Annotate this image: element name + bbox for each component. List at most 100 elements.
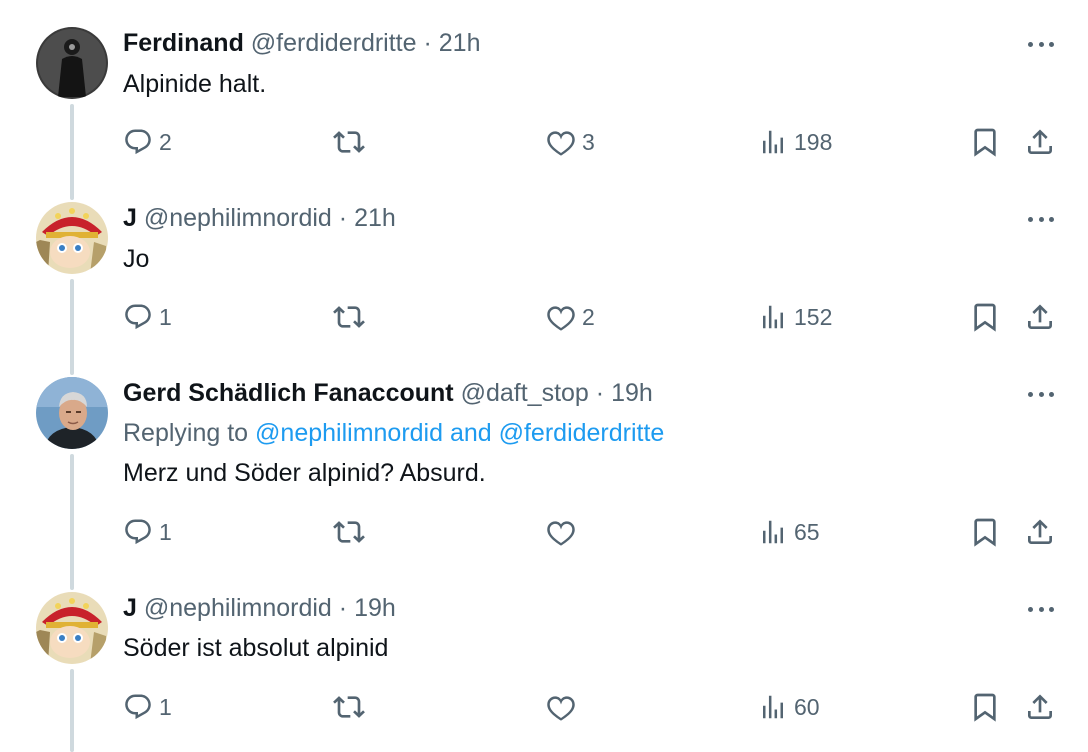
share-icon: [1028, 519, 1052, 544]
tweet-header: J @nephilimnordid · 21h: [123, 203, 396, 233]
retweet-button[interactable]: [333, 687, 365, 727]
reply-count: 1: [159, 303, 172, 330]
bookmark-button[interactable]: [969, 297, 1001, 337]
retweet-button[interactable]: [333, 297, 365, 337]
tweet-text: Alpinide halt.: [123, 70, 267, 98]
replying-to-label: Replying to: [123, 419, 256, 447]
like-icon: [547, 306, 575, 331]
separator-dot: ·: [338, 594, 348, 622]
avatar[interactable]: [36, 377, 108, 449]
views-icon: [763, 305, 783, 329]
user-handle[interactable]: @nephilimnordid: [144, 204, 332, 232]
separator-dot: ·: [595, 379, 605, 407]
timestamp[interactable]: 19h: [354, 594, 396, 622]
views-icon: [763, 130, 783, 154]
share-icon: [1028, 129, 1052, 154]
views-icon: [763, 695, 783, 719]
like-button[interactable]: 2: [546, 297, 595, 337]
views-button[interactable]: 60: [758, 687, 820, 727]
views-button[interactable]: 152: [758, 297, 832, 337]
retweet-button[interactable]: [333, 122, 365, 162]
more-icon[interactable]: [1025, 34, 1057, 54]
reply-button[interactable]: 2: [123, 122, 172, 162]
reply-button[interactable]: 1: [123, 687, 172, 727]
share-icon: [1028, 694, 1052, 719]
separator-dot: ·: [423, 29, 432, 57]
retweet-icon: [333, 696, 365, 718]
more-icon[interactable]: [1025, 599, 1057, 619]
tweet[interactable]: J @nephilimnordid · 21h Jo 1 2 152: [0, 190, 1088, 365]
reply-count: 1: [159, 518, 172, 545]
timestamp[interactable]: 21h: [354, 204, 396, 232]
user-handle[interactable]: @daft_stop: [461, 379, 589, 407]
views-button[interactable]: 65: [758, 512, 820, 552]
timestamp[interactable]: 21h: [439, 29, 481, 57]
action-bar: 1 60: [0, 687, 1088, 727]
like-button[interactable]: 3: [546, 122, 595, 162]
timestamp[interactable]: 19h: [611, 379, 653, 407]
share-button[interactable]: [1024, 512, 1056, 552]
tweet[interactable]: Ferdinand @ferdiderdritte · 21h Alpinide…: [0, 0, 1088, 190]
retweet-icon: [333, 131, 365, 153]
more-icon[interactable]: [1025, 384, 1057, 404]
tweet-header: J @nephilimnordid · 19h: [123, 593, 396, 623]
display-name[interactable]: J: [123, 204, 137, 232]
like-icon: [547, 131, 575, 156]
action-bar: 1 2 152: [0, 297, 1088, 337]
reply-count: 1: [159, 693, 172, 720]
bookmark-button[interactable]: [969, 122, 1001, 162]
bookmark-icon: [974, 518, 996, 547]
like-icon: [547, 521, 575, 546]
bookmark-icon: [974, 128, 996, 157]
display-name[interactable]: Gerd Schädlich Fanaccount: [123, 379, 454, 407]
replying-to-mentions[interactable]: @nephilimnordid and @ferdiderdritte: [255, 419, 664, 447]
avatar[interactable]: [36, 202, 108, 274]
like-button[interactable]: [546, 512, 582, 552]
more-icon[interactable]: [1025, 209, 1057, 229]
view-count: 152: [794, 303, 833, 330]
avatar[interactable]: [36, 592, 108, 664]
tweet-text: Söder ist absolut alpinid: [123, 634, 389, 662]
bookmark-icon: [974, 303, 996, 332]
separator-dot: ·: [338, 204, 348, 232]
like-button[interactable]: [546, 687, 582, 727]
reply-icon: [125, 519, 151, 545]
view-count: 60: [794, 693, 820, 720]
tweet[interactable]: Gerd Schädlich Fanaccount @daft_stop · 1…: [0, 365, 1088, 580]
tweet[interactable]: J @nephilimnordid · 19h Söder ist absolu…: [0, 580, 1088, 752]
like-count: 2: [582, 303, 595, 330]
retweet-icon: [333, 521, 365, 543]
action-bar: 1 65: [0, 512, 1088, 552]
like-count: 3: [582, 128, 595, 155]
view-count: 198: [794, 128, 833, 155]
avatar[interactable]: [36, 27, 108, 99]
reply-icon: [125, 694, 151, 720]
user-handle[interactable]: @nephilimnordid: [144, 594, 332, 622]
reply-button[interactable]: 1: [123, 297, 172, 337]
views-icon: [763, 520, 783, 544]
bookmark-button[interactable]: [969, 687, 1001, 727]
retweet-icon: [333, 306, 365, 328]
tweet-text: Merz und Söder alpinid? Absurd.: [123, 459, 486, 487]
reply-icon: [125, 304, 151, 330]
share-button[interactable]: [1024, 122, 1056, 162]
retweet-button[interactable]: [333, 512, 365, 552]
reply-button[interactable]: 1: [123, 512, 172, 552]
share-button[interactable]: [1024, 297, 1056, 337]
display-name[interactable]: Ferdinand: [123, 29, 244, 57]
tweet-header: Gerd Schädlich Fanaccount @daft_stop · 1…: [123, 378, 653, 408]
reply-count: 2: [159, 128, 172, 155]
tweet-text: Jo: [123, 245, 150, 273]
bookmark-button[interactable]: [969, 512, 1001, 552]
reply-icon: [125, 129, 151, 155]
user-handle[interactable]: @ferdiderdritte: [251, 29, 417, 57]
like-icon: [547, 696, 575, 721]
bookmark-icon: [974, 693, 996, 722]
share-button[interactable]: [1024, 687, 1056, 727]
view-count: 65: [794, 518, 820, 545]
action-bar: 2 3 198: [0, 122, 1088, 162]
share-icon: [1028, 304, 1052, 329]
views-button[interactable]: 198: [758, 122, 832, 162]
tweet-header: Ferdinand @ferdiderdritte · 21h: [123, 28, 480, 58]
display-name[interactable]: J: [123, 594, 137, 622]
